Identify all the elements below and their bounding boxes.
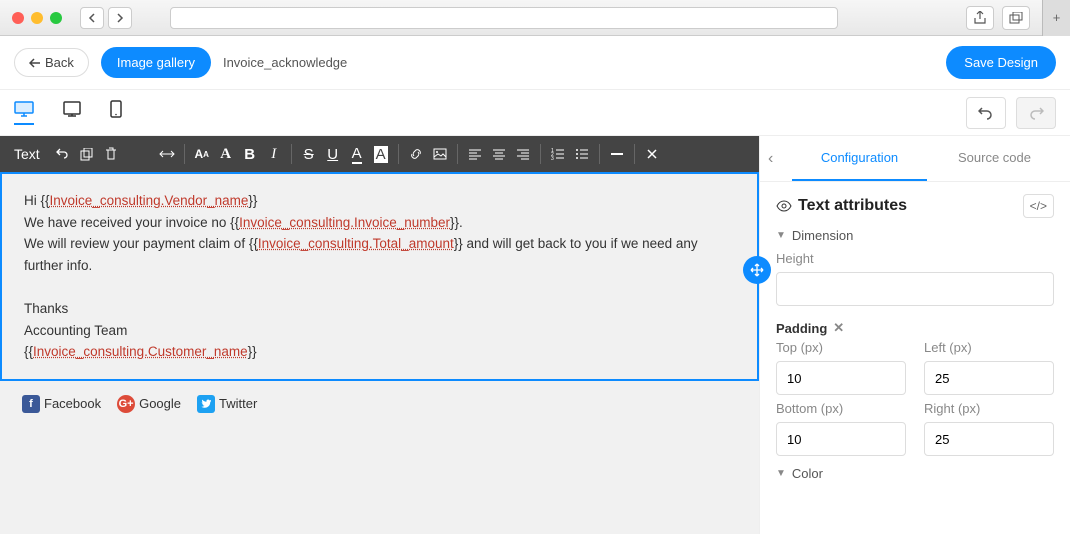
height-label: Height (776, 251, 1054, 266)
minimize-window-icon[interactable] (31, 12, 43, 24)
window-controls (12, 12, 62, 24)
toolbar-label: Text (10, 146, 44, 162)
hr-icon[interactable] (606, 142, 628, 166)
save-design-button[interactable]: Save Design (946, 46, 1056, 79)
padding-section: Padding ✕ (776, 320, 1054, 336)
back-label: Back (45, 55, 74, 70)
padding-left-label: Left (px) (924, 340, 1054, 355)
undo-button[interactable] (966, 97, 1006, 129)
maximize-window-icon[interactable] (50, 12, 62, 24)
email-signature[interactable]: {{Invoice_consulting.Customer_name}} (24, 341, 735, 363)
underline-icon[interactable]: U (322, 142, 344, 166)
padding-clear-icon[interactable]: ✕ (833, 320, 844, 336)
email-line-1[interactable]: Hi {{Invoice_consulting.Vendor_name}} (24, 190, 735, 212)
font-family-icon[interactable]: A (215, 142, 237, 166)
dimension-section[interactable]: ▼Dimension (776, 228, 1054, 243)
redo-button (1016, 97, 1056, 129)
tab-configuration[interactable]: Configuration (792, 136, 927, 181)
padding-bottom-input[interactable] (776, 422, 906, 456)
url-bar[interactable] (170, 7, 838, 29)
close-window-icon[interactable] (12, 12, 24, 24)
svg-text:3: 3 (551, 156, 554, 160)
tabs-icon[interactable] (1002, 6, 1030, 30)
share-icon[interactable] (966, 6, 994, 30)
bullet-list-icon[interactable] (571, 142, 593, 166)
code-toggle-icon[interactable]: </> (1023, 194, 1054, 218)
text-color-icon[interactable]: A (346, 142, 368, 166)
google-plus-icon: G+ (117, 395, 135, 413)
color-section[interactable]: ▼Color (776, 466, 1054, 481)
browser-chrome: + (0, 0, 1070, 36)
twitter-link[interactable]: Twitter (197, 395, 257, 413)
undo-icon[interactable] (52, 142, 74, 166)
eye-icon (776, 200, 792, 212)
bold-icon[interactable]: B (239, 142, 261, 166)
editor-pane: Text AA A B I S U A A 123 (0, 136, 760, 534)
text-bg-icon[interactable]: A (370, 142, 392, 166)
padding-top-label: Top (px) (776, 340, 906, 355)
back-button[interactable]: Back (14, 48, 89, 77)
document-name: Invoice_acknowledge (223, 55, 347, 70)
new-tab-button[interactable]: + (1042, 0, 1070, 36)
link-icon[interactable] (405, 142, 427, 166)
facebook-icon: f (22, 395, 40, 413)
canvas: Hi {{Invoice_consulting.Vendor_name}} We… (0, 172, 759, 427)
font-size-icon[interactable]: AA (191, 142, 213, 166)
property-tabs: ‹ Configuration Source code (760, 136, 1070, 182)
google-link[interactable]: G+Google (117, 395, 181, 413)
move-handle-icon[interactable] (743, 256, 771, 284)
mobile-preview-icon[interactable] (110, 100, 122, 126)
strikethrough-icon[interactable]: S (298, 142, 320, 166)
padding-bottom-label: Bottom (px) (776, 401, 906, 416)
app-header: Back Image gallery Invoice_acknowledge S… (0, 36, 1070, 90)
align-right-icon[interactable] (512, 142, 534, 166)
padding-right-label: Right (px) (924, 401, 1054, 416)
italic-icon[interactable]: I (263, 142, 285, 166)
email-thanks[interactable]: Thanks (24, 298, 735, 320)
facebook-link[interactable]: fFacebook (22, 395, 101, 413)
align-center-icon[interactable] (488, 142, 510, 166)
twitter-icon (197, 395, 215, 413)
trash-icon[interactable] (100, 142, 122, 166)
tab-source-code[interactable]: Source code (927, 136, 1062, 181)
align-left-icon[interactable] (464, 142, 486, 166)
panel-back-icon[interactable]: ‹ (768, 150, 792, 168)
tablet-preview-icon[interactable] (62, 101, 82, 125)
height-input[interactable] (776, 272, 1054, 306)
browser-nav (80, 7, 132, 29)
email-team[interactable]: Accounting Team (24, 320, 735, 342)
social-row: fFacebook G+Google Twitter (0, 381, 759, 427)
text-block[interactable]: Hi {{Invoice_consulting.Vendor_name}} We… (0, 172, 759, 381)
email-line-2[interactable]: We have received your invoice no {{Invoi… (24, 212, 735, 234)
padding-top-input[interactable] (776, 361, 906, 395)
clear-format-icon[interactable] (641, 142, 663, 166)
ordered-list-icon[interactable]: 123 (547, 142, 569, 166)
properties-title: Text attributes (776, 197, 907, 215)
copy-icon[interactable] (76, 142, 98, 166)
text-toolbar: Text AA A B I S U A A 123 (0, 136, 759, 172)
browser-forward-button[interactable] (108, 7, 132, 29)
email-line-3[interactable]: We will review your payment claim of {{I… (24, 233, 735, 276)
fullwidth-icon[interactable] (156, 142, 178, 166)
arrow-left-icon (29, 58, 41, 68)
image-icon[interactable] (429, 142, 451, 166)
padding-left-input[interactable] (924, 361, 1054, 395)
desktop-preview-icon[interactable] (14, 101, 34, 125)
padding-right-input[interactable] (924, 422, 1054, 456)
browser-back-button[interactable] (80, 7, 104, 29)
device-preview-row (0, 90, 1070, 136)
properties-panel: ‹ Configuration Source code Text attribu… (760, 136, 1070, 534)
image-gallery-button[interactable]: Image gallery (101, 47, 211, 78)
